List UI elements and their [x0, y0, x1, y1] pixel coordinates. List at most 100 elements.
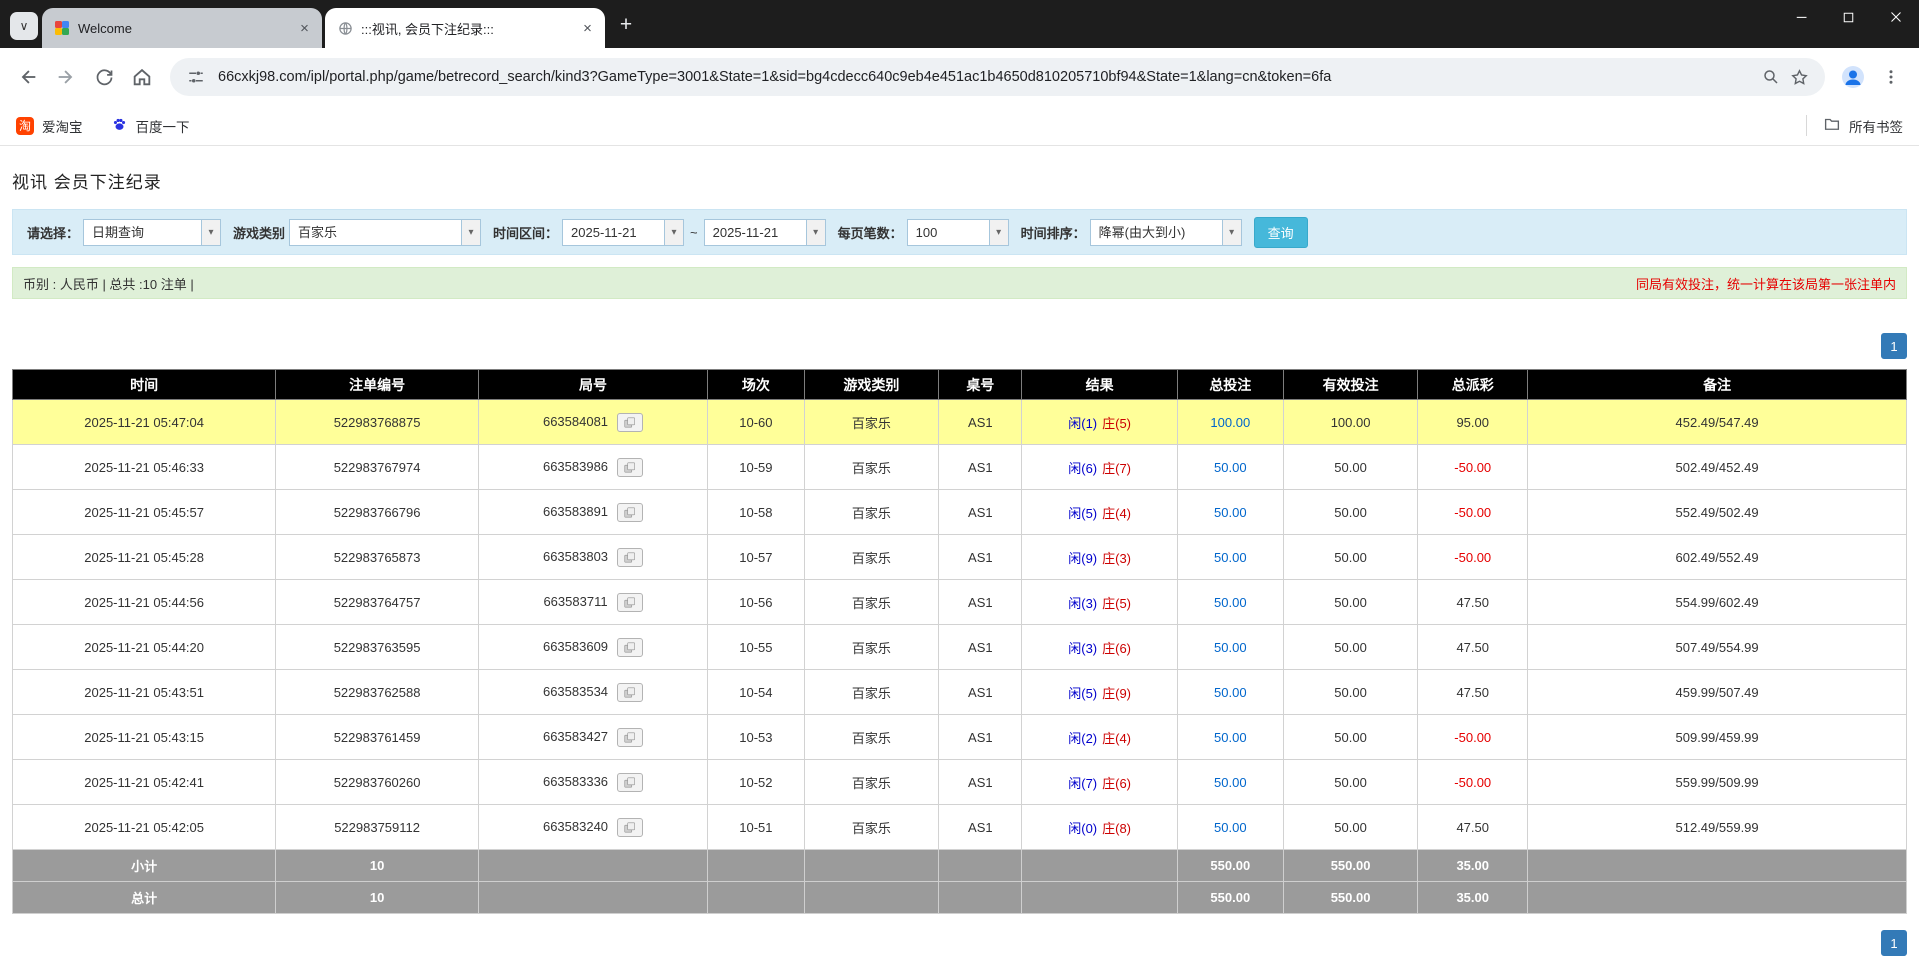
total-bet-link[interactable]: 50.00 — [1214, 460, 1247, 475]
cell-payout: 95.00 — [1418, 400, 1528, 445]
cell-session: 10-55 — [708, 625, 805, 670]
total-bet-link[interactable]: 50.00 — [1214, 685, 1247, 700]
sort-order-select[interactable]: 降幂(由大到小) ▾ — [1090, 219, 1242, 246]
all-bookmarks-button[interactable]: 所有书签 — [1806, 115, 1903, 136]
cell-total-bet: 50.00 — [1177, 625, 1283, 670]
address-bar[interactable]: 66cxkj98.com/ipl/portal.php/game/betreco… — [170, 58, 1825, 96]
table-row: 2025-11-21 05:45:28 522983765873 6635838… — [13, 535, 1907, 580]
chevron-down-icon[interactable]: ▾ — [201, 220, 220, 245]
result-player: 闲(9) — [1068, 551, 1097, 566]
video-replay-button[interactable] — [617, 683, 643, 702]
zoom-icon[interactable] — [1757, 63, 1785, 91]
cell-table-no: AS1 — [939, 625, 1022, 670]
search-button[interactable]: 查询 — [1254, 217, 1308, 248]
bookmark-taobao[interactable]: 淘 爱淘宝 — [16, 116, 83, 136]
cell-game-type: 百家乐 — [804, 670, 938, 715]
tab-welcome[interactable]: Welcome × — [42, 8, 322, 48]
video-replay-button[interactable] — [617, 503, 643, 522]
subtotal-valid-bet: 550.00 — [1283, 850, 1417, 882]
subtotal-count: 10 — [276, 850, 479, 882]
date-from-select[interactable]: 2025-11-21 ▾ — [562, 219, 684, 246]
cell-result: 闲(1)庄(5) — [1022, 400, 1177, 445]
video-replay-button[interactable] — [617, 548, 643, 567]
cell-game-type: 百家乐 — [804, 445, 938, 490]
home-button[interactable] — [124, 59, 160, 95]
video-replay-button[interactable] — [617, 593, 643, 612]
cell-note: 459.99/507.49 — [1528, 670, 1907, 715]
table-row: 2025-11-21 05:44:20 522983763595 6635836… — [13, 625, 1907, 670]
currency-summary: 币别 : 人民币 | 总共 :10 注单 | — [23, 274, 194, 293]
cell-bet-id: 522983765873 — [276, 535, 479, 580]
cell-table-no: AS1 — [939, 805, 1022, 850]
filter-label-query-type: 请选择： — [27, 223, 79, 242]
total-bet-link[interactable]: 50.00 — [1214, 550, 1247, 565]
refresh-button[interactable] — [86, 59, 122, 95]
site-info-icon[interactable] — [182, 63, 210, 91]
result-player: 闲(6) — [1068, 461, 1097, 476]
profile-avatar[interactable] — [1835, 59, 1871, 95]
date-to-select[interactable]: 2025-11-21 ▾ — [704, 219, 826, 246]
chevron-down-icon[interactable]: ▾ — [989, 220, 1008, 245]
total-valid-bet: 550.00 — [1283, 882, 1417, 914]
menu-icon[interactable] — [1873, 59, 1909, 95]
chevron-down-icon[interactable]: ▾ — [806, 220, 825, 245]
col-header-valid-bet: 有效投注 — [1283, 370, 1417, 400]
cell-time: 2025-11-21 05:45:57 — [13, 490, 276, 535]
chevron-down-icon[interactable]: ▾ — [461, 220, 480, 245]
table-row: 2025-11-21 05:44:56 522983764757 6635837… — [13, 580, 1907, 625]
total-bet-link[interactable]: 100.00 — [1210, 415, 1250, 430]
cell-bet-id: 522983766796 — [276, 490, 479, 535]
video-replay-button[interactable] — [617, 818, 643, 837]
cell-note: 507.49/554.99 — [1528, 625, 1907, 670]
total-row: 总计 10 550.00 550.00 35.00 — [13, 882, 1907, 914]
url-text[interactable]: 66cxkj98.com/ipl/portal.php/game/betreco… — [218, 69, 1749, 85]
tab-close-icon[interactable]: × — [578, 19, 597, 38]
cell-table-no: AS1 — [939, 490, 1022, 535]
col-header-table-no: 桌号 — [939, 370, 1022, 400]
tab-bet-records[interactable]: :::视讯, 会员下注纪录::: × — [325, 8, 605, 48]
page-title: 视讯 会员下注纪录 — [12, 168, 1907, 193]
bookmark-star-icon[interactable] — [1785, 63, 1813, 91]
total-bet-link[interactable]: 50.00 — [1214, 505, 1247, 520]
cell-round-id: 663583986 — [478, 445, 707, 490]
video-replay-button[interactable] — [617, 728, 643, 747]
video-replay-button[interactable] — [617, 413, 643, 432]
total-bet-link[interactable]: 50.00 — [1214, 730, 1247, 745]
query-type-select[interactable]: 日期查询 ▾ — [83, 219, 221, 246]
cell-game-type: 百家乐 — [804, 715, 938, 760]
forward-button[interactable] — [48, 59, 84, 95]
total-total-bet: 550.00 — [1177, 882, 1283, 914]
total-bet-link[interactable]: 50.00 — [1214, 595, 1247, 610]
game-type-select[interactable]: 百家乐 ▾ — [289, 219, 481, 246]
tab-search-button[interactable]: ∨ — [10, 12, 38, 40]
round-id-text: 663583891 — [543, 503, 608, 518]
subtotal-row: 小计 10 550.00 550.00 35.00 — [13, 850, 1907, 882]
cell-table-no: AS1 — [939, 715, 1022, 760]
cell-payout: 47.50 — [1418, 625, 1528, 670]
total-bet-link[interactable]: 50.00 — [1214, 820, 1247, 835]
cell-time: 2025-11-21 05:46:33 — [13, 445, 276, 490]
pagination-page-1[interactable]: 1 — [1881, 930, 1907, 956]
chevron-down-icon[interactable]: ▾ — [664, 220, 683, 245]
total-bet-link[interactable]: 50.00 — [1214, 775, 1247, 790]
page-size-select[interactable]: 100 ▾ — [907, 219, 1009, 246]
new-tab-button[interactable]: + — [611, 10, 641, 40]
video-replay-button[interactable] — [617, 773, 643, 792]
chevron-down-icon[interactable]: ▾ — [1222, 220, 1241, 245]
video-replay-button[interactable] — [617, 458, 643, 477]
pagination-page-1[interactable]: 1 — [1881, 333, 1907, 359]
tab-close-icon[interactable]: × — [295, 19, 314, 38]
bookmark-baidu[interactable]: 百度一下 — [111, 116, 190, 136]
cell-result: 闲(7)庄(6) — [1022, 760, 1177, 805]
subtotal-total-bet: 550.00 — [1177, 850, 1283, 882]
back-button[interactable] — [10, 59, 46, 95]
maximize-button[interactable] — [1825, 0, 1872, 34]
total-bet-link[interactable]: 50.00 — [1214, 640, 1247, 655]
cell-session: 10-54 — [708, 670, 805, 715]
cell-round-id: 663583711 — [478, 580, 707, 625]
video-replay-button[interactable] — [617, 638, 643, 657]
close-window-button[interactable] — [1872, 0, 1919, 34]
round-id-text: 663584081 — [543, 413, 608, 428]
table-row: 2025-11-21 05:43:51 522983762588 6635835… — [13, 670, 1907, 715]
minimize-button[interactable] — [1778, 0, 1825, 34]
